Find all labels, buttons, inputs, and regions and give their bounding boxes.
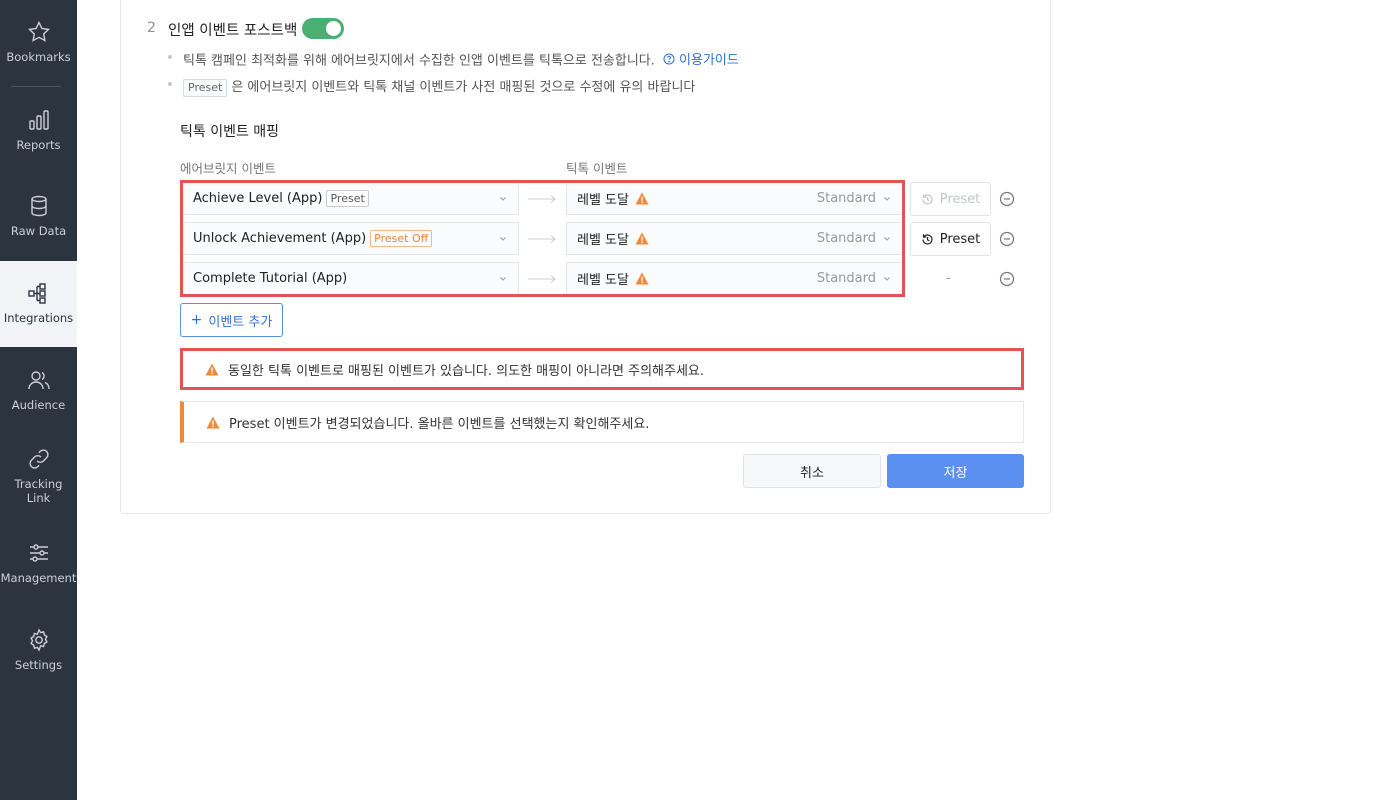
database-icon [30,195,47,217]
restore-preset-button[interactable]: Preset [910,222,991,256]
no-preset-placeholder: - [946,271,951,286]
sidebar-item-label: Tracking Link [14,477,63,505]
sidebar: Bookmarks Reports Raw Data Integrations … [0,0,77,800]
column-header-tiktok: 틱톡 이벤트 [566,161,628,176]
sidebar-item-raw-data[interactable]: Raw Data [0,194,77,254]
description-text: 은 에어브릿지 이벤트와 틱톡 채널 이벤트가 사전 매핑된 것으로 수정에 유… [231,80,696,95]
remove-row-icon[interactable] [999,271,1015,287]
warning-icon [206,416,220,428]
plus-icon: + [190,312,203,328]
sidebar-item-bookmarks[interactable]: Bookmarks [0,20,77,82]
bar-chart-icon [28,110,49,130]
toggle-knob [326,21,341,36]
restore-preset-button[interactable]: Preset [910,182,991,216]
history-icon [922,193,933,205]
preset-changed-alert: Preset 이벤트가 변경되었습니다. 올바른 이벤트를 선택했는지 확인해주… [180,401,1024,443]
sidebar-item-audience[interactable]: Audience [0,368,77,428]
audience-icon [27,371,50,390]
step-title: 인앱 이벤트 포스트백 [168,23,298,39]
star-icon [27,20,50,42]
sidebar-item-label: Management [0,571,77,585]
duplicate-mapping-highlight [180,180,905,297]
alert-text: Preset 이벤트가 변경되었습니다. 올바른 이벤트를 선택했는지 확인해주… [229,416,650,432]
remove-row-icon[interactable] [999,191,1015,207]
link-icon [28,449,49,469]
description-line-2: Preset 은 에어브릿지 이벤트와 틱톡 채널 이벤트가 사전 매핑된 것으로… [183,76,695,97]
warning-icon [205,363,219,375]
duplicate-mapping-alert: 동일한 틱톡 이벤트로 매핑된 이벤트가 있습니다. 의도한 매핑이 아니라면 … [180,348,1024,390]
description-line-1: 틱톡 캠페인 최적화를 위해 에어브릿지에서 수집한 인앱 이벤트를 틱톡으로 … [183,49,739,69]
remove-row-icon[interactable] [999,231,1015,247]
sidebar-item-label: Integrations [3,311,74,325]
history-icon [922,233,933,245]
sidebar-item-label: Settings [14,658,63,672]
add-event-button[interactable]: + 이벤트 추가 [180,303,283,337]
restore-preset-label: Preset [939,231,981,247]
postback-toggle[interactable] [302,18,344,39]
gear-icon [29,628,48,652]
sidebar-item-label: Bookmarks [6,50,71,64]
restore-preset-label: Preset [939,191,981,207]
sidebar-item-integrations[interactable]: Integrations [0,261,77,347]
cancel-button[interactable]: 취소 [743,454,881,488]
column-header-airbridge: 에어브릿지 이벤트 [180,161,276,176]
alert-text: 동일한 틱톡 이벤트로 매핑된 이벤트가 있습니다. 의도한 매핑이 아니라면 … [228,363,705,379]
description-text: 틱톡 캠페인 최적화를 위해 에어브릿지에서 수집한 인앱 이벤트를 틱톡으로 … [183,53,655,69]
sidebar-item-label: Audience [11,398,66,412]
bullet-dot [168,55,172,59]
guide-link[interactable]: 이용가이드 [663,49,739,68]
integrations-icon [27,283,46,304]
sidebar-item-reports[interactable]: Reports [0,108,77,168]
add-event-label: 이벤트 추가 [208,314,273,330]
help-circle-icon [663,53,675,64]
sidebar-item-settings[interactable]: Settings [0,628,77,688]
step-number: 2 [147,20,156,36]
guide-link-label: 이용가이드 [679,53,739,68]
sidebar-divider [11,86,61,87]
sidebar-item-label: Reports [16,138,61,152]
sidebar-item-tracking-link[interactable]: Tracking Link [0,447,77,513]
preset-tag: Preset [183,79,228,97]
sidebar-item-management[interactable]: Management [0,541,77,601]
sidebar-item-label: Raw Data [10,224,67,238]
bullet-dot [168,82,172,86]
save-button[interactable]: 저장 [887,454,1024,488]
sliders-icon [29,544,48,562]
mapping-section-title: 틱톡 이벤트 매핑 [180,124,280,140]
